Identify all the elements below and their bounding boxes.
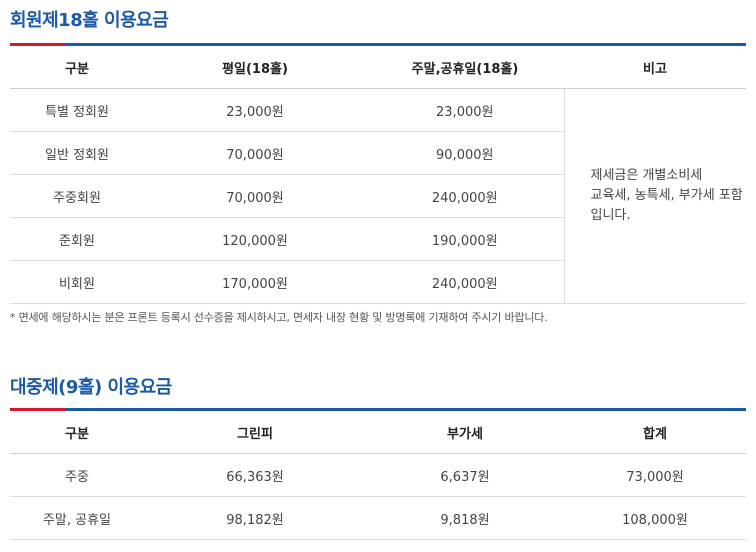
public-fee-title: 대중제(9홀) 이용요금 (10, 377, 172, 398)
row-green-fee: 98,182원 (144, 496, 366, 540)
row-category: 주말, 공휴일 (10, 496, 144, 540)
row-category: 주중회원 (10, 174, 144, 218)
public-fee-table: 구분 그린피 부가세 합계 주중 66,363원 6,637원 73,000원 … (10, 411, 746, 540)
row-weekday-fee: 70,000원 (144, 131, 366, 175)
row-weekend-fee: 240,000원 (366, 174, 564, 218)
row-category: 특별 정회원 (10, 88, 144, 132)
member-fee-table: 구분 평일(18홀) 주말,공휴일(18홀) 비고 특별 정회원 23,000원… (10, 46, 746, 304)
row-category: 주중 (10, 453, 144, 497)
remarks-line: 제세금은 개별소비세 (590, 168, 703, 183)
header-remarks: 비고 (564, 46, 746, 89)
member-fee-title: 회원제18홀 이용요금 (10, 10, 169, 31)
row-category: 준회원 (10, 217, 144, 261)
row-vat: 6,637원 (366, 453, 564, 497)
row-total: 108,000원 (564, 496, 746, 540)
row-weekend-fee: 90,000원 (366, 131, 564, 175)
table-header-row: 구분 평일(18홀) 주말,공휴일(18홀) 비고 (10, 46, 746, 89)
remarks-cell: 제세금은 개별소비세 교육세, 농특세, 부가세 포함 입니다. (563, 88, 746, 304)
tax-exempt-footnote: * 면세에 해당하시는 분은 프론트 등록시 선수증을 제시하시고, 면세자 내… (10, 311, 548, 324)
header-weekend: 주말,공휴일(18홀) (366, 46, 564, 89)
header-weekday: 평일(18홀) (144, 46, 366, 89)
header-category: 구분 (10, 411, 144, 454)
table-header-row: 구분 그린피 부가세 합계 (10, 411, 746, 454)
row-weekday-fee: 120,000원 (144, 217, 366, 261)
remarks-line: 입니다. (590, 208, 631, 223)
row-category: 비회원 (10, 260, 144, 304)
remarks-line: 교육세, 농특세, 부가세 포함 (590, 188, 743, 203)
row-weekend-fee: 240,000원 (366, 260, 564, 304)
row-total: 73,000원 (564, 453, 746, 497)
header-green-fee: 그린피 (144, 411, 366, 454)
header-total: 합계 (564, 411, 746, 454)
row-weekend-fee: 23,000원 (366, 88, 564, 132)
header-vat: 부가세 (366, 411, 564, 454)
row-weekend-fee: 190,000원 (366, 217, 564, 261)
row-weekday-fee: 70,000원 (144, 174, 366, 218)
table-row: 주말, 공휴일 98,182원 9,818원 108,000원 (10, 496, 746, 540)
row-weekday-fee: 170,000원 (144, 260, 366, 304)
table-row: 특별 정회원 23,000원 23,000원 제세금은 개별소비세 교육세, 농… (10, 88, 746, 304)
row-weekday-fee: 23,000원 (144, 88, 366, 132)
header-category: 구분 (10, 46, 144, 89)
row-green-fee: 66,363원 (144, 453, 366, 497)
table-row: 주중 66,363원 6,637원 73,000원 (10, 453, 746, 497)
row-vat: 9,818원 (366, 496, 564, 540)
row-category: 일반 정회원 (10, 131, 144, 175)
